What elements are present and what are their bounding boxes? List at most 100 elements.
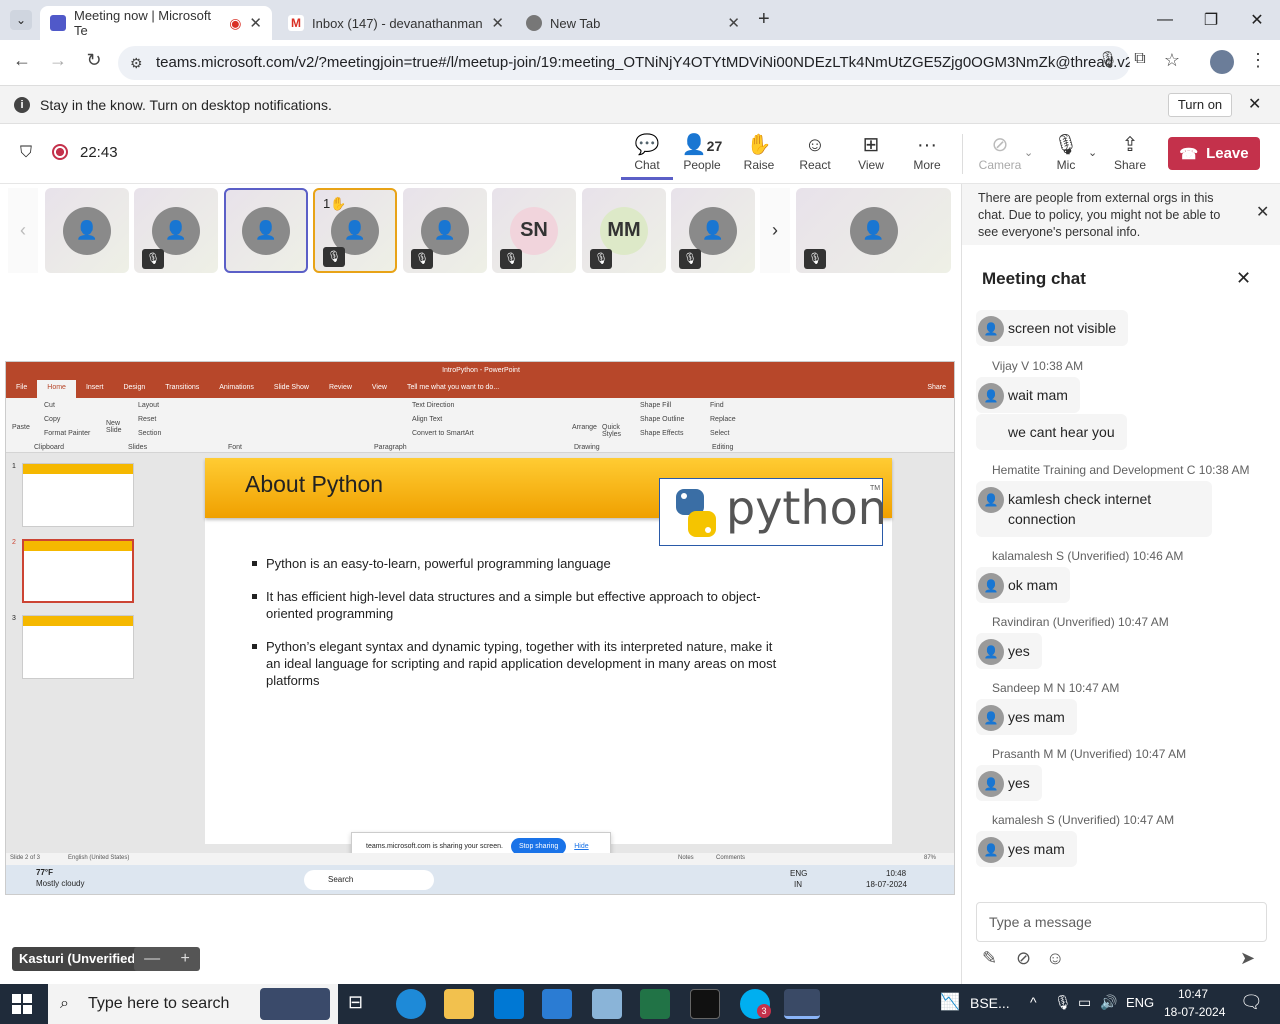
network-icon[interactable]: ▭	[1078, 994, 1091, 1011]
stop-sharing-button[interactable]: Stop sharing	[510, 837, 567, 855]
mic-button[interactable]: 🎙 Mic	[1040, 132, 1092, 172]
slide-thumbnail[interactable]	[22, 615, 134, 679]
message-input[interactable]: Type a message	[976, 902, 1267, 942]
leave-button[interactable]: ☎ Leave	[1168, 137, 1260, 170]
site-info-icon[interactable]: ⚙	[130, 46, 143, 80]
participant-tile[interactable]: 👤 🎙	[671, 188, 755, 273]
prev-participants-button[interactable]: ‹	[8, 188, 38, 273]
chat-message[interactable]: Vijay V 10:38 AM 👤 wait mam	[976, 359, 1083, 413]
ppt-tell-me[interactable]: Tell me what you want to do...	[397, 380, 509, 398]
profile-avatar[interactable]	[1210, 50, 1234, 74]
clock-time[interactable]: 10:47	[1178, 987, 1208, 1001]
ppt-tab[interactable]: Home	[37, 380, 76, 398]
chat-message[interactable]: Prasanth M M (Unverified) 10:47 AM 👤 yes	[976, 747, 1186, 801]
react-button[interactable]: ☺ React	[789, 132, 841, 172]
chat-message[interactable]: Hematite Training and Development C 10:3…	[976, 463, 1249, 537]
mail-icon[interactable]	[542, 989, 572, 1019]
close-tab-icon[interactable]: ✕	[249, 14, 262, 32]
cast-icon[interactable]: ⧉	[1126, 50, 1154, 68]
stock-icon[interactable]: 📉	[940, 992, 960, 1012]
windows-search-box[interactable]: ⌕ Type here to search	[48, 984, 338, 1024]
forward-button[interactable]: →	[44, 50, 72, 71]
chat-message[interactable]: kamalesh S (Unverified) 10:47 AM 👤 yes ma…	[976, 813, 1174, 867]
ppt-tab[interactable]: Insert	[76, 380, 114, 398]
url-field[interactable]: ⚙ teams.microsoft.com/v2/?meetingjoin=tr…	[118, 46, 1130, 80]
mic-chevron-icon[interactable]: ⌄	[1088, 146, 1097, 159]
slide-thumbnail[interactable]	[22, 539, 134, 603]
camera-chevron-icon[interactable]: ⌄	[1024, 146, 1033, 159]
participant-tile[interactable]: 👤 1✋ 🎙	[313, 188, 397, 273]
menu-icon[interactable]: ⋮	[1244, 50, 1272, 71]
mic-tray-icon[interactable]: 🎙	[1054, 994, 1072, 1011]
attach-icon[interactable]: ⊘	[1016, 948, 1031, 969]
ppt-tab[interactable]: View	[362, 380, 397, 398]
chat-message[interactable]: Ravindiran (Unverified) 10:47 AM 👤 yes	[976, 615, 1169, 669]
participant-tile[interactable]: MM 🎙	[582, 188, 666, 273]
emoji-icon[interactable]: ☺	[1046, 948, 1064, 969]
task-view-icon[interactable]: ⊟	[348, 992, 363, 1013]
chat-message[interactable]: we cant hear you	[976, 414, 1127, 450]
tab-teams-meeting[interactable]: Meeting now | Microsoft Te ◉ ✕	[40, 6, 272, 40]
tray-chevron-icon[interactable]: ^	[1030, 994, 1037, 1010]
language-indicator[interactable]: ENG	[1126, 995, 1154, 1010]
send-icon[interactable]: ➤	[1240, 948, 1255, 969]
format-icon[interactable]: ✎	[982, 948, 997, 969]
app-icon[interactable]	[592, 989, 622, 1019]
ppt-tab[interactable]: Animations	[209, 380, 264, 398]
edge-icon[interactable]	[396, 989, 426, 1019]
ppt-tab[interactable]: Transitions	[155, 380, 209, 398]
notifications-icon[interactable]: 🗨	[1240, 992, 1263, 1013]
close-chat-icon[interactable]: ✕	[1236, 268, 1251, 289]
slide-thumbnail[interactable]	[22, 463, 134, 527]
ppt-tab[interactable]: Design	[113, 380, 155, 398]
tab-gmail[interactable]: M Inbox (147) - devanathanmanoj ✕	[278, 6, 514, 40]
back-button[interactable]: ←	[8, 50, 36, 71]
hide-button[interactable]: Hide	[574, 843, 588, 850]
camera-button[interactable]: ⊘ Camera	[974, 132, 1026, 172]
volume-icon[interactable]: 🔊	[1100, 994, 1117, 1011]
chat-message[interactable]: 👤 screen not visible	[976, 310, 1129, 346]
file-explorer-icon[interactable]	[444, 989, 474, 1019]
participant-tile[interactable]: 👤	[224, 188, 308, 273]
microphone-icon[interactable]: 🎙	[1094, 50, 1122, 70]
people-button[interactable]: 👤27 People	[676, 132, 728, 172]
chrome-taskbar-icon[interactable]	[784, 989, 820, 1019]
close-tab-icon[interactable]: ✕	[491, 14, 504, 32]
chat-button[interactable]: 💬 Chat	[621, 132, 673, 180]
close-window-button[interactable]: ✕	[1234, 0, 1280, 40]
zoom-in-button[interactable]: +	[180, 950, 189, 968]
view-button[interactable]: ⊞ View	[845, 132, 897, 172]
raise-hand-button[interactable]: ✋ Raise	[733, 132, 785, 172]
terminal-icon[interactable]	[690, 989, 720, 1019]
ppt-tab[interactable]: Review	[319, 380, 362, 398]
share-button[interactable]: ⇪ Share	[1104, 132, 1156, 172]
close-notification-icon[interactable]: ✕	[1248, 94, 1261, 114]
tab-search-icon[interactable]: ⌄	[10, 10, 32, 30]
more-button[interactable]: ··· More	[901, 132, 953, 172]
ppt-tab[interactable]: File	[6, 380, 37, 398]
new-tab-button[interactable]: +	[758, 8, 770, 31]
close-tab-icon[interactable]: ✕	[727, 14, 740, 32]
participant-tile[interactable]: 👤 🎙	[403, 188, 487, 273]
tab-new-tab[interactable]: New Tab ✕	[516, 6, 750, 40]
participant-tile[interactable]: 👤 🎙	[134, 188, 218, 273]
windows-start-icon[interactable]	[12, 994, 32, 1014]
reload-button[interactable]: ↻	[80, 50, 108, 71]
restore-button[interactable]: ❐	[1188, 0, 1234, 40]
bse-ticker[interactable]: BSE...	[970, 995, 1010, 1011]
chat-message[interactable]: Sandeep M N 10:47 AM 👤 yes mam	[976, 681, 1119, 735]
clock-date[interactable]: 18-07-2024	[1164, 1005, 1225, 1019]
minimize-button[interactable]: —	[1142, 0, 1188, 40]
store-icon[interactable]	[494, 989, 524, 1019]
next-participants-button[interactable]: ›	[760, 188, 790, 273]
excel-icon[interactable]	[640, 989, 670, 1019]
ppt-tab[interactable]: Slide Show	[264, 380, 319, 398]
turn-on-button[interactable]: Turn on	[1168, 93, 1232, 117]
participant-tile[interactable]: SN 🎙	[492, 188, 576, 273]
ppt-share[interactable]: Share	[917, 380, 954, 398]
participant-tile[interactable]: 👤	[45, 188, 129, 273]
close-notice-icon[interactable]: ✕	[1256, 204, 1269, 221]
zoom-out-button[interactable]: —	[144, 950, 160, 968]
participant-tile[interactable]: 👤 🎙	[796, 188, 951, 273]
bookmark-star-icon[interactable]: ☆	[1158, 50, 1186, 71]
